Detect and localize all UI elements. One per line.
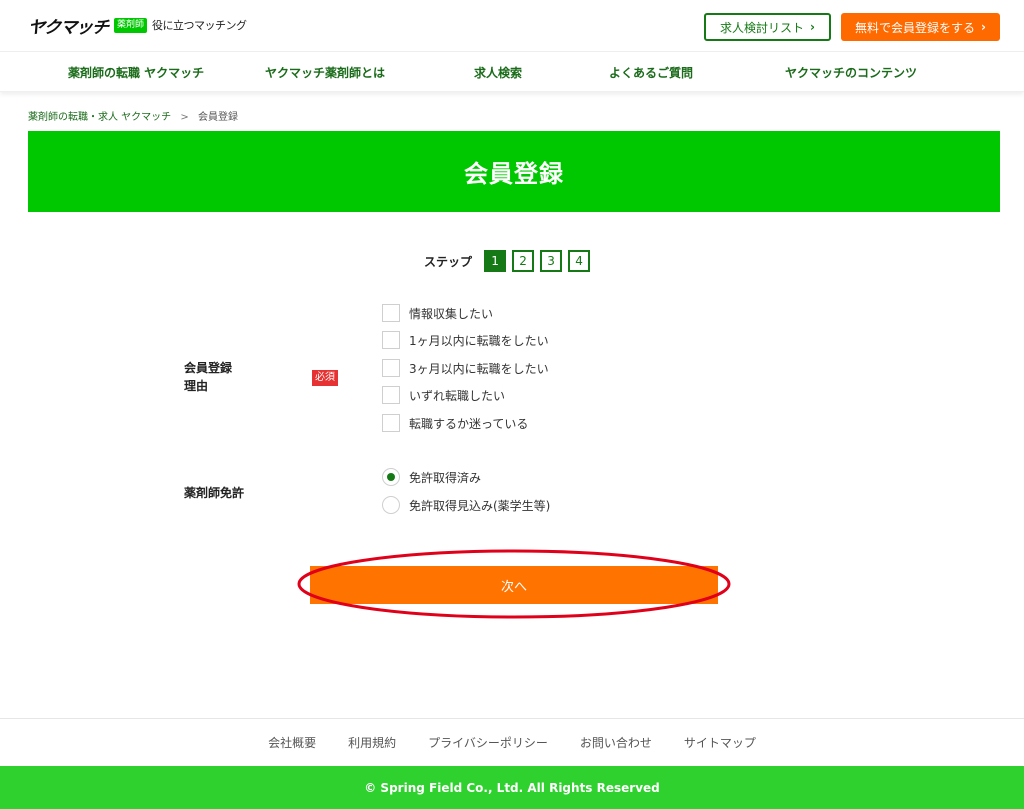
step-1: 1 [484,250,507,272]
page-title-banner: 会員登録 [28,131,1000,212]
nav-item-faq[interactable]: よくあるご質問 [609,64,693,81]
chevron-right-icon: › [981,20,986,34]
reason-option-info[interactable]: 情報収集したい [382,304,493,322]
footer-links: 会社概要 利用規約 プライバシーポリシー お問い合わせ サイトマップ [0,718,1024,766]
free-register-button-label: 無料で会員登録をする [855,20,976,35]
radio-button[interactable] [382,468,400,486]
footer-link-company[interactable]: 会社概要 [268,734,316,751]
step-2: 2 [512,250,535,272]
reason-label: 会員登録 理由 [184,359,232,395]
logo-tagline: 役に立つマッチング [152,19,247,32]
nav-item-job-search[interactable]: 求人検索 [474,64,522,81]
breadcrumb: 薬剤師の転職・求人 ヤクマッチ > 会員登録 [28,108,238,123]
nav-item-contents[interactable]: ヤクマッチのコンテンツ [785,64,917,81]
checkbox[interactable] [382,414,400,432]
license-option-label: 免許取得見込み(薬学生等) [409,498,551,513]
checkbox[interactable] [382,386,400,404]
license-option-expected[interactable]: 免許取得見込み(薬学生等) [382,496,550,514]
reason-label-line2: 理由 [184,379,209,393]
license-option-acquired[interactable]: 免許取得済み [382,468,481,486]
reason-option-1month[interactable]: 1ヶ月以内に転職をしたい [382,331,549,349]
job-list-button[interactable]: 求人検討リスト › [704,13,831,41]
step-indicator: ステップ 1 2 3 4 [424,250,596,272]
reason-option-someday[interactable]: いずれ転職したい [382,386,505,404]
reason-option-label: 3ヶ月以内に転職をしたい [409,361,549,376]
checkbox[interactable] [382,331,400,349]
global-nav: 薬剤師の転職 ヤクマッチ ヤクマッチ薬剤師とは 求人検索 よくあるご質問 ヤクマ… [0,52,1024,92]
logo-badge: 薬剤師 [114,17,148,33]
site-logo[interactable]: ヤクマッチ 薬剤師 役に立つマッチング [26,14,247,38]
page-title: 会員登録 [464,160,564,188]
reason-option-label: 転職するか迷っている [409,416,529,431]
step-label: ステップ [424,254,473,269]
job-list-button-label: 求人検討リスト [720,20,805,35]
footer-link-contact[interactable]: お問い合わせ [580,734,652,751]
logo-text: ヤクマッチ [26,17,109,38]
reason-option-label: 1ヶ月以内に転職をしたい [409,333,549,348]
checkbox[interactable] [382,359,400,377]
chevron-right-icon: › [810,20,815,34]
footer-link-sitemap[interactable]: サイトマップ [684,734,756,751]
step-3: 3 [540,250,563,272]
required-badge: 必須 [312,370,338,386]
license-option-label: 免許取得済み [409,470,482,485]
reason-option-3months[interactable]: 3ヶ月以内に転職をしたい [382,359,549,377]
annotation-oval [297,549,731,619]
checkbox[interactable] [382,304,400,322]
copyright: © Spring Field Co., Ltd. All Rights Rese… [364,780,660,795]
license-label: 薬剤師免許 [184,486,245,500]
nav-item-home[interactable]: 薬剤師の転職 ヤクマッチ [68,64,204,81]
free-register-button[interactable]: 無料で会員登録をする › [841,13,1000,41]
footer-link-privacy[interactable]: プライバシーポリシー [428,734,548,751]
reason-option-label: いずれ転職したい [409,388,506,403]
nav-item-about[interactable]: ヤクマッチ薬剤師とは [265,64,385,81]
breadcrumb-separator: > [180,112,189,123]
reason-option-undecided[interactable]: 転職するか迷っている [382,414,528,432]
step-4: 4 [568,250,591,272]
reason-label-line1: 会員登録 [184,361,233,375]
breadcrumb-current: 会員登録 [197,112,238,123]
reason-option-label: 情報収集したい [409,306,494,321]
site-header: ヤクマッチ 薬剤師 役に立つマッチング 求人検討リスト › 無料で会員登録をする… [0,0,1024,52]
radio-button[interactable] [382,496,400,514]
footer-bar: © Spring Field Co., Ltd. All Rights Rese… [0,766,1024,809]
footer-link-terms[interactable]: 利用規約 [348,734,396,751]
radio-selected-dot [387,473,395,481]
breadcrumb-home-link[interactable]: 薬剤師の転職・求人 ヤクマッチ [28,112,171,123]
